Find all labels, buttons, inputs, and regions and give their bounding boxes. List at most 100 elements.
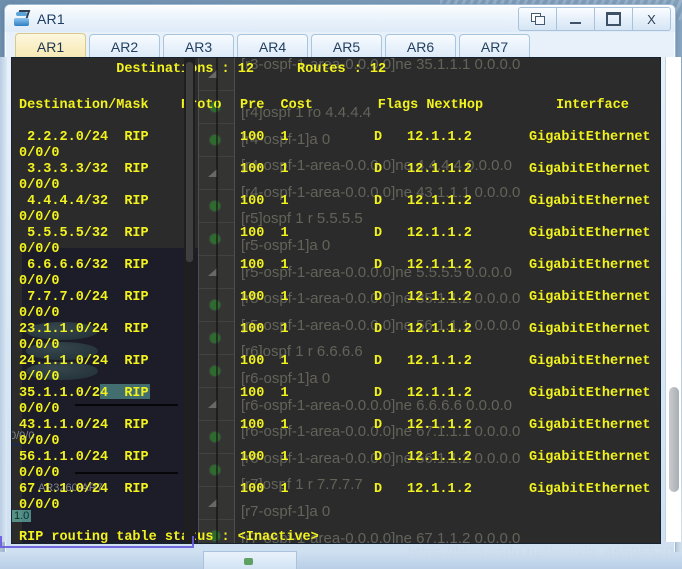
table-header-right: Pre Cost Flags NextHop Interface: [240, 98, 629, 113]
table-row-interface: GigabitEthernet: [529, 418, 651, 433]
table-row-interface: GigabitEthernet: [529, 226, 651, 241]
table-row-interface-num: 0/0/0: [19, 370, 60, 385]
table-row-metric: 100 1: [240, 162, 289, 177]
watermark: https://blog.csdn.net/weixin_46595570: [407, 544, 674, 561]
table-row-nexthop: 12.1.1.2: [407, 450, 472, 465]
table-row-nexthop: 12.1.1.2: [407, 130, 472, 145]
tab-ar6[interactable]: AR6: [385, 34, 456, 59]
table-row-interface: GigabitEthernet: [529, 258, 651, 273]
maximize-button[interactable]: [594, 7, 632, 31]
table-row-nexthop: 12.1.1.2: [407, 194, 472, 209]
table-row-metric: 100 1: [240, 354, 289, 369]
window-title: AR1: [37, 10, 65, 27]
table-row-metric: 100 1: [240, 258, 289, 273]
table-row-dest: 7.7.7.0/24 RIP: [19, 290, 149, 305]
window-left-edge: [0, 57, 7, 542]
maximize-icon: [606, 12, 621, 26]
window-controls: X: [518, 7, 671, 31]
routes-count: Routes : 12: [297, 62, 387, 77]
table-row-interface: GigabitEthernet: [529, 386, 651, 401]
table-row-interface: GigabitEthernet: [529, 130, 651, 145]
table-row-metric: 100 1: [240, 290, 289, 305]
tab-ar5[interactable]: AR5: [311, 34, 382, 59]
table-row-nexthop: 12.1.1.2: [407, 258, 472, 273]
table-row-dest: 5.5.5.5/32 RIP: [19, 226, 149, 241]
taskbar-item[interactable]: [203, 551, 297, 569]
table-row-dest: 67.1.1.0/24 RIP: [19, 482, 149, 497]
table-row-nexthop: 12.1.1.2: [407, 354, 472, 369]
table-row-dest: 2.2.2.0/24 RIP: [19, 130, 149, 145]
tab-ar7-label: AR7: [480, 39, 509, 55]
minimize-button[interactable]: [556, 7, 594, 31]
destinations-count: Destinations : 12: [19, 62, 254, 77]
table-row-interface-num: 0/0/0: [19, 274, 60, 289]
table-row-nexthop: 12.1.1.2: [407, 226, 472, 241]
tab-ar4[interactable]: AR4: [237, 34, 308, 59]
table-row-nexthop: 12.1.1.2: [407, 322, 472, 337]
table-row-dest: 3.3.3.3/32 RIP: [19, 162, 149, 177]
window-titlebar[interactable]: AR1 X: [5, 5, 675, 32]
table-row-dest: 23.1.1.0/24 RIP: [19, 322, 149, 337]
table-row-interface: GigabitEthernet: [529, 322, 651, 337]
table-row-interface-num: 0/0/0: [19, 338, 60, 353]
routing-table-text: Destinations : 12 Routes : 12 Destination/…: [12, 58, 660, 543]
table-row-metric: 100 1: [240, 322, 289, 337]
console-divider: [216, 58, 218, 543]
table-row-flags: D: [374, 290, 383, 305]
table-row-interface: GigabitEthernet: [529, 482, 651, 497]
router-icon: [13, 10, 31, 26]
taskbar-item-icon: [244, 558, 253, 565]
table-row-metric: 100 1: [240, 130, 289, 145]
window-scrollbar[interactable]: [665, 57, 681, 542]
table-row-interface-num: 0/0/0: [19, 146, 60, 161]
window-scroll-thumb[interactable]: [669, 387, 679, 492]
cli-console[interactable]: 0/0/0 AR3260-AR7 1.0 [r3-ospf-1-area-0.0…: [11, 57, 661, 544]
tab-ar7[interactable]: AR7: [459, 34, 530, 59]
table-row-dest: 43.1.1.0/24 RIP: [19, 418, 149, 433]
table-row-flags: D: [374, 386, 383, 401]
table-row-interface: GigabitEthernet: [529, 162, 651, 177]
screen-root: *重发布.txt - 记事本 文件(F) 编辑(E) 格式(O) 查看(V) 帮…: [0, 0, 682, 569]
tab-ar3[interactable]: AR3: [163, 34, 234, 59]
tab-ar1-label: AR1: [36, 38, 65, 55]
table-row-metric: 100 1: [240, 226, 289, 241]
close-button[interactable]: X: [632, 7, 671, 31]
close-icon: X: [647, 11, 656, 27]
table-row-interface: GigabitEthernet: [529, 354, 651, 369]
table-row-interface-num: 0/0/0: [19, 498, 60, 513]
tab-ar1[interactable]: AR1: [15, 33, 86, 59]
table-row-flags: D: [374, 418, 383, 433]
table-row-interface: GigabitEthernet: [529, 194, 651, 209]
table-row-flags: D: [374, 482, 383, 497]
restore-cascade-button[interactable]: [518, 7, 556, 31]
tab-ar5-label: AR5: [332, 39, 361, 55]
selection-outline: [0, 536, 194, 548]
table-row-metric: 100 1: [240, 450, 289, 465]
console-inner-scroll-thumb[interactable]: [186, 62, 193, 262]
table-row-metric: 100 1: [240, 386, 289, 401]
console-inner-scrollbar[interactable]: [184, 58, 195, 543]
table-row-interface-num: 0/0/0: [19, 402, 60, 417]
device-tabstrip: AR1 AR2 AR3 AR4 AR5 AR6 AR7: [5, 32, 675, 59]
table-row-nexthop: 12.1.1.2: [407, 386, 472, 401]
tab-ar2[interactable]: AR2: [89, 34, 160, 59]
table-row-flags: D: [374, 354, 383, 369]
table-row-nexthop: 12.1.1.2: [407, 290, 472, 305]
table-row-metric: 100 1: [240, 482, 289, 497]
table-row-interface-num: 0/0/0: [19, 178, 60, 193]
table-row-interface-num: 0/0/0: [19, 306, 60, 321]
tab-ar3-label: AR3: [184, 39, 213, 55]
table-row-nexthop: 12.1.1.2: [407, 162, 472, 177]
table-row-interface: GigabitEthernet: [529, 450, 651, 465]
tab-ar6-label: AR6: [406, 39, 435, 55]
table-row-dest: 56.1.1.0/24 RIP: [19, 450, 149, 465]
cascade-icon: [531, 13, 545, 25]
table-row-dest: 6.6.6.6/32 RIP: [19, 258, 149, 273]
table-row-metric: 100 1: [240, 194, 289, 209]
table-row-flags: D: [374, 162, 383, 177]
table-row-flags: D: [374, 130, 383, 145]
table-row-dest: 35.1.1.0/24 RIP: [19, 386, 149, 401]
table-row-interface-num: 0/0/0: [19, 466, 60, 481]
table-row-flags: D: [374, 226, 383, 241]
minimize-icon: [570, 21, 581, 24]
